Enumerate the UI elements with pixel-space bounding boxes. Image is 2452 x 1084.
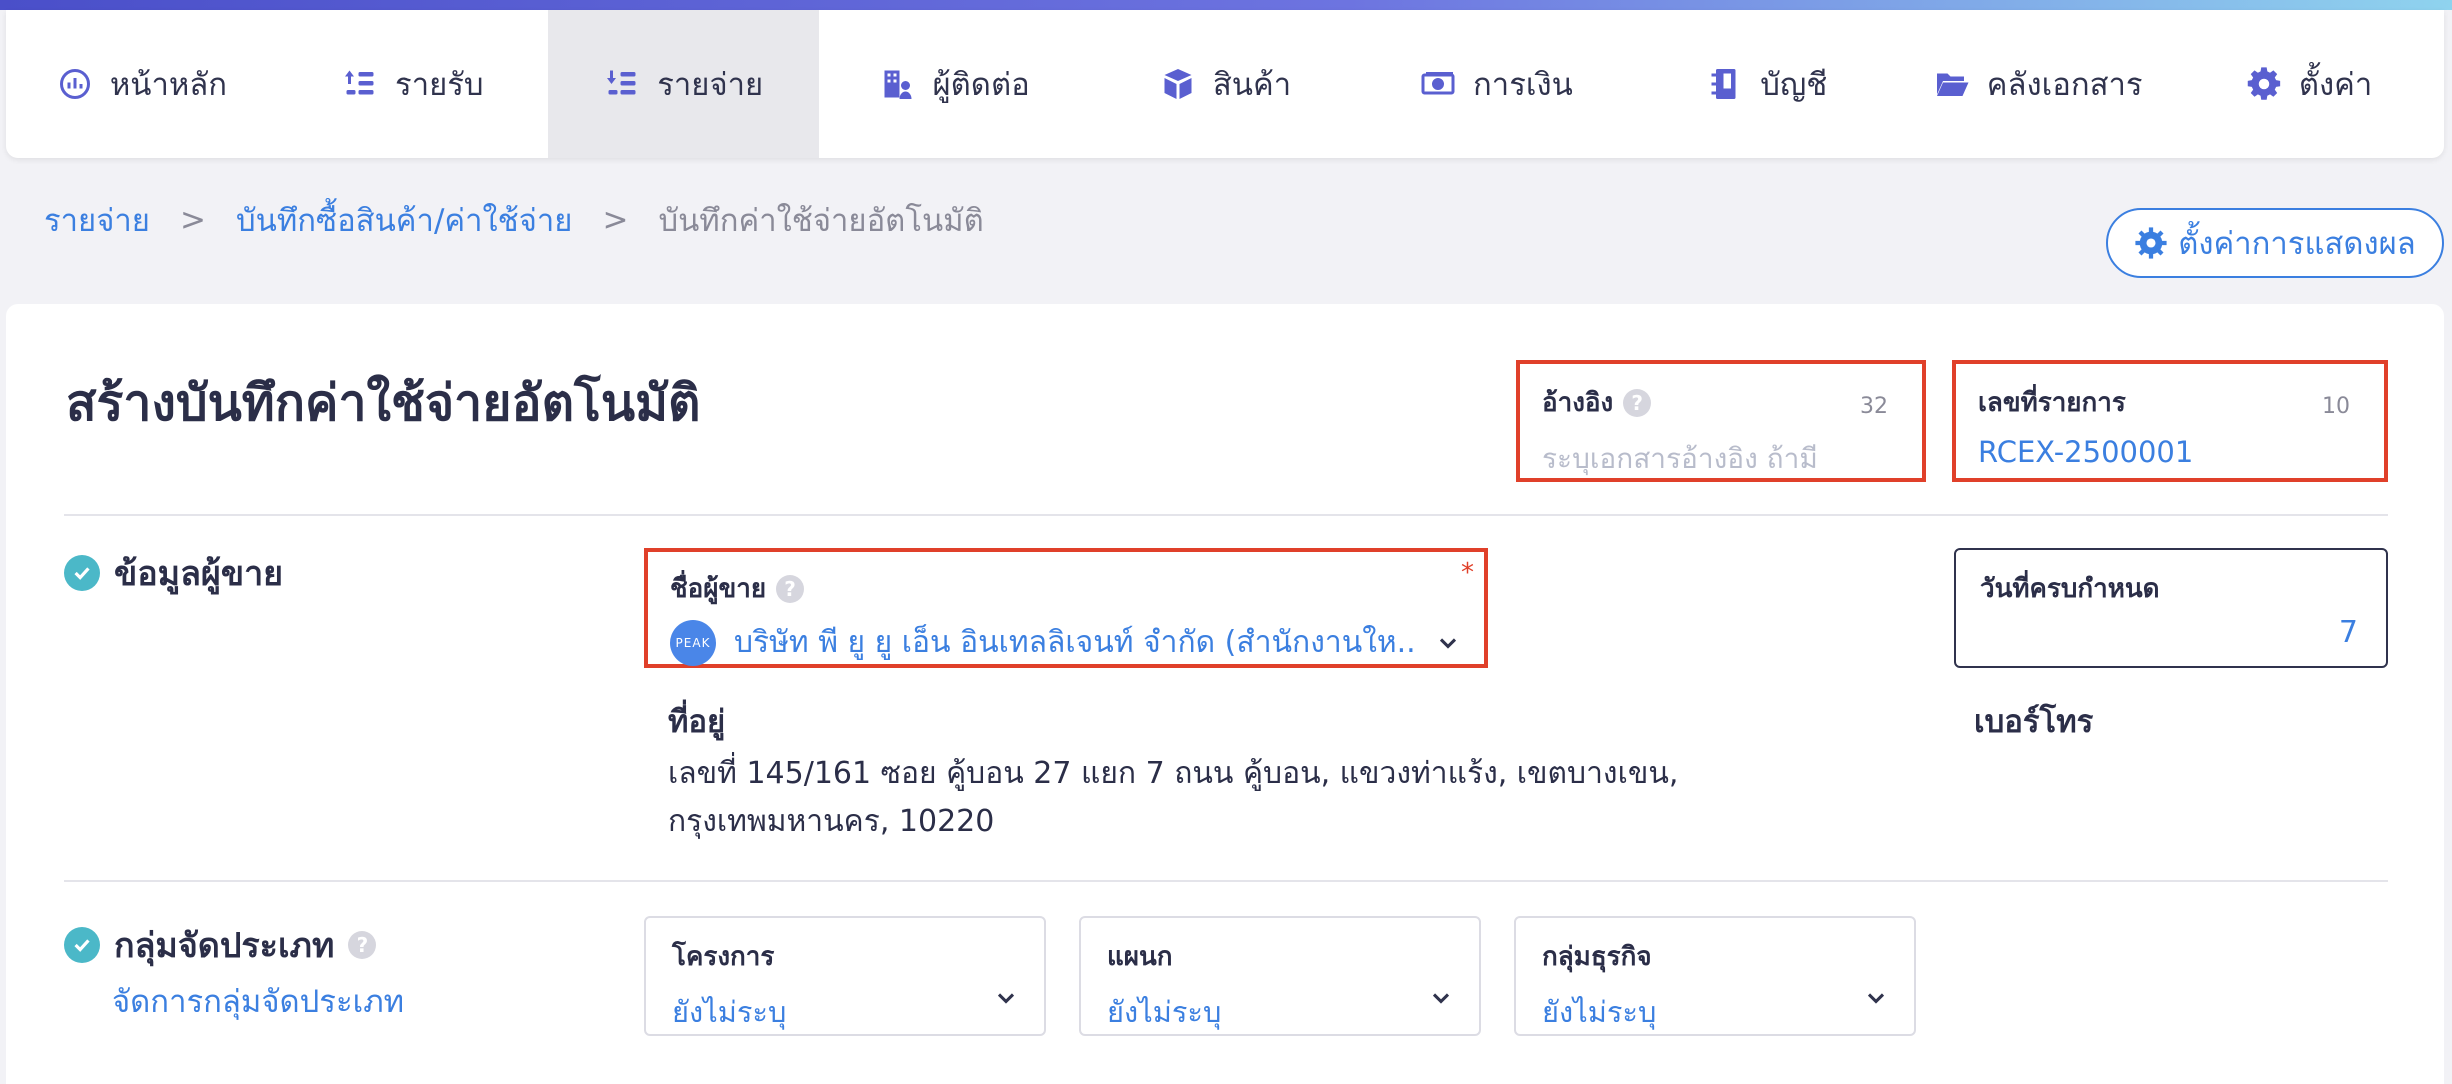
department-value: ยังไม่ระบุ bbox=[1107, 995, 1222, 1029]
reference-char-counter: 32 bbox=[1860, 394, 1888, 419]
department-label: แผนก bbox=[1107, 942, 1173, 972]
address-label: ที่อยู่ bbox=[668, 704, 726, 740]
vendor-section-header: ข้อมูลผู้ขาย bbox=[64, 546, 283, 600]
chevron-down-icon[interactable] bbox=[992, 984, 1020, 1012]
department-select[interactable]: แผนก ยังไม่ระบุ bbox=[1079, 916, 1481, 1036]
vendor-name-value: บริษัท พี ยู ยู เอ็น อินเทลลิเจนท์ จำกัด… bbox=[734, 625, 1416, 660]
due-date-input[interactable]: 7 bbox=[2339, 615, 2358, 650]
nav-item-finance[interactable]: การเงิน bbox=[1360, 10, 1631, 158]
business-group-select[interactable]: กลุ่มธุรกิจ ยังไม่ระบุ bbox=[1514, 916, 1916, 1036]
reference-field[interactable]: อ้างอิง ? 32 ระบุเอกสารอ้างอิง ถ้ามี bbox=[1516, 360, 1926, 482]
chevron-down-icon[interactable] bbox=[1862, 984, 1890, 1012]
vendor-label: ชื่อผู้ขาย bbox=[670, 574, 767, 604]
nav-item-settings[interactable]: ตั้งค่า bbox=[2173, 10, 2444, 158]
transaction-number-input[interactable]: RCEX-2500001 bbox=[1978, 435, 2362, 469]
classification-section-title: กลุ่มจัดประเภท bbox=[114, 926, 335, 966]
money-icon bbox=[1419, 65, 1457, 103]
vendor-select[interactable]: PEAK บริษัท พี ยู ยู เอ็น อินเทลลิเจนท์ … bbox=[670, 619, 1462, 666]
transaction-number-char-counter: 10 bbox=[2322, 394, 2350, 419]
nav-label: สินค้า bbox=[1212, 67, 1292, 103]
breadcrumb: รายจ่าย > บันทึกซื้อสินค้า/ค่าใช้จ่าย > … bbox=[44, 196, 984, 244]
nav-item-documents[interactable]: คลังเอกสาร bbox=[1902, 10, 2173, 158]
nav-label: หน้าหลัก bbox=[109, 67, 228, 103]
check-circle-icon bbox=[64, 927, 100, 963]
due-date-label: วันที่ครบกำหนด bbox=[1980, 574, 2160, 604]
business-group-value: ยังไม่ระบุ bbox=[1542, 995, 1657, 1029]
section-divider bbox=[64, 880, 2388, 882]
project-select[interactable]: โครงการ ยังไม่ระบุ bbox=[644, 916, 1046, 1036]
dashboard-icon bbox=[56, 65, 94, 103]
vendor-name-field[interactable]: * ชื่อผู้ขาย ? PEAK บริษัท พี ยู ยู เอ็น… bbox=[644, 548, 1488, 668]
nav-label: คลังเอกสาร bbox=[1986, 67, 2143, 103]
reference-label-row: อ้างอิง ? bbox=[1542, 382, 1900, 423]
address-value: เลขที่ 145/161 ซอย คู้บอน 27 แยก 7 ถนน ค… bbox=[668, 756, 1679, 839]
nav-item-accounting[interactable]: บัญชี bbox=[1631, 10, 1902, 158]
nav-label: รายจ่าย bbox=[657, 67, 764, 103]
nav-item-products[interactable]: สินค้า bbox=[1090, 10, 1361, 158]
section-divider bbox=[64, 514, 2388, 516]
classification-section-header: กลุ่มจัดประเภท ? bbox=[64, 918, 377, 972]
product-box-icon bbox=[1159, 65, 1197, 103]
required-marker: * bbox=[1461, 558, 1474, 588]
vendor-section-title: ข้อมูลผู้ขาย bbox=[114, 554, 284, 594]
page-title: สร้างบันทึกค่าใช้จ่ายอัตโนมัติ bbox=[66, 374, 701, 432]
nav-item-contacts[interactable]: ผู้ติดต่อ bbox=[819, 10, 1090, 158]
chevron-down-icon[interactable] bbox=[1427, 984, 1455, 1012]
help-icon[interactable]: ? bbox=[348, 931, 377, 959]
expense-icon bbox=[603, 65, 641, 103]
nav-label: การเงิน bbox=[1473, 67, 1573, 103]
income-icon bbox=[341, 65, 379, 103]
project-label: โครงการ bbox=[672, 942, 775, 972]
breadcrumb-current: บันทึกค่าใช้จ่ายอัตโนมัติ bbox=[658, 203, 984, 239]
help-icon[interactable]: ? bbox=[1623, 388, 1652, 417]
folder-icon bbox=[1933, 65, 1971, 103]
nav-label: ผู้ติดต่อ bbox=[932, 67, 1030, 103]
gear-icon bbox=[2135, 227, 2167, 259]
display-settings-button[interactable]: ตั้งค่าการแสดงผล bbox=[2106, 208, 2444, 278]
breadcrumb-separator: > bbox=[179, 202, 206, 238]
nav-item-dashboard[interactable]: หน้าหลัก bbox=[6, 10, 277, 158]
business-group-label: กลุ่มธุรกิจ bbox=[1542, 942, 1652, 972]
breadcrumb-expense[interactable]: รายจ่าย bbox=[44, 195, 150, 245]
breadcrumb-purchase-records[interactable]: บันทึกซื้อสินค้า/ค่าใช้จ่าย bbox=[236, 195, 573, 245]
nav-label: ตั้งค่า bbox=[2298, 67, 2373, 103]
project-value: ยังไม่ระบุ bbox=[672, 995, 787, 1029]
nav-item-expense[interactable]: รายจ่าย bbox=[547, 10, 819, 158]
main-nav: หน้าหลัก รายรับ รายจ่าย ผู้ติดต่อ สินค้า… bbox=[6, 10, 2444, 158]
vendor-logo: PEAK bbox=[670, 619, 716, 666]
manage-classification-link[interactable]: จัดการกลุ่มจัดประเภท bbox=[112, 976, 404, 1026]
nav-item-income[interactable]: รายรับ bbox=[277, 10, 548, 158]
breadcrumb-separator: > bbox=[602, 202, 629, 238]
nav-label: รายรับ bbox=[395, 67, 484, 103]
nav-label: บัญชี bbox=[1760, 67, 1828, 103]
check-circle-icon bbox=[64, 555, 100, 591]
vendor-label-row: ชื่อผู้ขาย ? bbox=[670, 568, 1462, 609]
chevron-down-icon[interactable] bbox=[1434, 629, 1462, 657]
ledger-icon bbox=[1706, 65, 1744, 103]
reference-label: อ้างอิง bbox=[1542, 388, 1614, 418]
transaction-number-label: เลขที่รายการ bbox=[1978, 388, 2126, 418]
top-accent-strip bbox=[0, 0, 2452, 10]
due-date-field[interactable]: วันที่ครบกำหนด 7 bbox=[1954, 548, 2388, 668]
reference-input[interactable]: ระบุเอกสารอ้างอิง ถ้ามี bbox=[1542, 437, 1900, 481]
help-icon[interactable]: ? bbox=[776, 574, 805, 603]
contacts-icon bbox=[879, 65, 917, 103]
phone-label: เบอร์โทร bbox=[1974, 704, 2094, 740]
display-settings-label: ตั้งค่าการแสดงผล bbox=[2178, 226, 2416, 262]
expense-form-card: สร้างบันทึกค่าใช้จ่ายอัตโนมัติ อ้างอิง ?… bbox=[6, 304, 2444, 1084]
gear-icon bbox=[2245, 65, 2283, 103]
transaction-number-field[interactable]: เลขที่รายการ 10 RCEX-2500001 bbox=[1952, 360, 2388, 482]
